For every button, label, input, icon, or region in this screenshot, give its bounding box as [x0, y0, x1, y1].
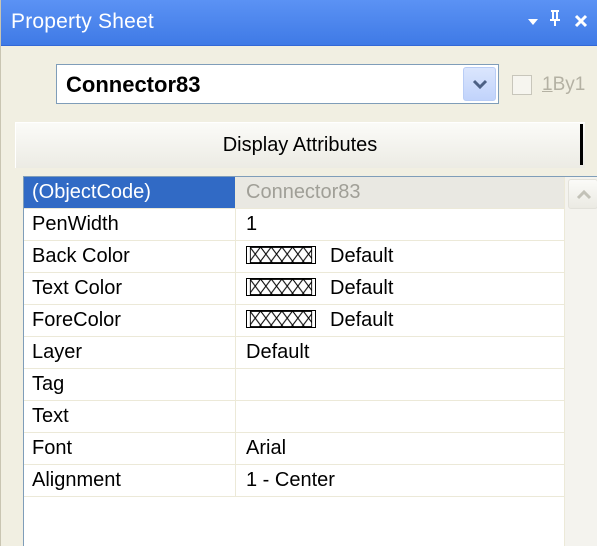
- property-row-tag[interactable]: Tag: [24, 369, 564, 401]
- property-value-color[interactable]: Default: [236, 273, 564, 304]
- property-name[interactable]: Tag: [24, 369, 236, 400]
- property-row-objectcode[interactable]: (ObjectCode) Connector83: [24, 177, 564, 209]
- property-value[interactable]: Default: [236, 337, 564, 368]
- property-row-penwidth[interactable]: PenWidth 1: [24, 209, 564, 241]
- property-name[interactable]: Text: [24, 401, 236, 432]
- property-row-font[interactable]: Font Arial: [24, 433, 564, 465]
- chevron-up-icon[interactable]: [568, 179, 597, 209]
- property-value-text: Default: [330, 277, 394, 299]
- property-row-forecolor[interactable]: ForeColor Default: [24, 305, 564, 337]
- property-value[interactable]: Arial: [236, 433, 564, 464]
- property-value-color[interactable]: Default: [236, 305, 564, 336]
- checkbox-label-mnemonic: 1: [542, 74, 553, 95]
- pin-icon[interactable]: [543, 8, 569, 36]
- property-value-text: Default: [330, 309, 394, 331]
- property-row-text[interactable]: Text: [24, 401, 564, 433]
- crosshatch-swatch-icon: [246, 277, 316, 296]
- property-value-color[interactable]: Default: [236, 241, 564, 272]
- chevron-down-icon[interactable]: [463, 67, 496, 101]
- property-value-text: Default: [330, 245, 394, 267]
- object-selector-value: Connector83: [66, 72, 201, 97]
- property-name[interactable]: Alignment: [24, 465, 236, 496]
- property-value[interactable]: [236, 401, 564, 432]
- property-name[interactable]: Layer: [24, 337, 236, 368]
- property-grid: (ObjectCode) Connector83 PenWidth 1 Back…: [23, 176, 597, 546]
- property-value[interactable]: Connector83: [236, 177, 564, 208]
- tab-divider: [580, 124, 583, 165]
- property-name[interactable]: Back Color: [24, 241, 236, 272]
- property-value[interactable]: [236, 369, 564, 400]
- title-bar[interactable]: Property Sheet: [1, 0, 597, 46]
- checkbox-label: 1By1: [542, 74, 585, 96]
- tab-display-attributes[interactable]: Display Attributes: [15, 122, 585, 168]
- property-row-layer[interactable]: Layer Default: [24, 337, 564, 369]
- checkbox-label-rest: By1: [552, 74, 586, 95]
- checkbox-box[interactable]: [512, 75, 532, 95]
- close-icon[interactable]: [568, 8, 594, 36]
- property-name[interactable]: Font: [24, 433, 236, 464]
- property-row-back-color[interactable]: Back Color Default: [24, 241, 564, 273]
- property-row-text-color[interactable]: Text Color Default: [24, 273, 564, 305]
- vertical-scrollbar[interactable]: [564, 177, 597, 546]
- crosshatch-swatch-icon: [246, 309, 316, 328]
- by1-checkbox[interactable]: 1By1: [512, 73, 597, 99]
- property-name[interactable]: Text Color: [24, 273, 236, 304]
- property-value[interactable]: 1 - Center: [236, 465, 564, 496]
- crosshatch-swatch-icon: [246, 245, 316, 264]
- property-row-alignment[interactable]: Alignment 1 - Center: [24, 465, 564, 497]
- window-title: Property Sheet: [11, 10, 154, 33]
- tab-label: Display Attributes: [222, 134, 378, 156]
- property-name[interactable]: (ObjectCode): [24, 177, 236, 208]
- property-name[interactable]: PenWidth: [24, 209, 236, 240]
- property-name[interactable]: ForeColor: [24, 305, 236, 336]
- property-value[interactable]: 1: [236, 209, 564, 240]
- property-sheet-panel: Property Sheet Connector83 1By1 Display …: [0, 0, 597, 546]
- object-selector-combo[interactable]: Connector83: [56, 64, 499, 104]
